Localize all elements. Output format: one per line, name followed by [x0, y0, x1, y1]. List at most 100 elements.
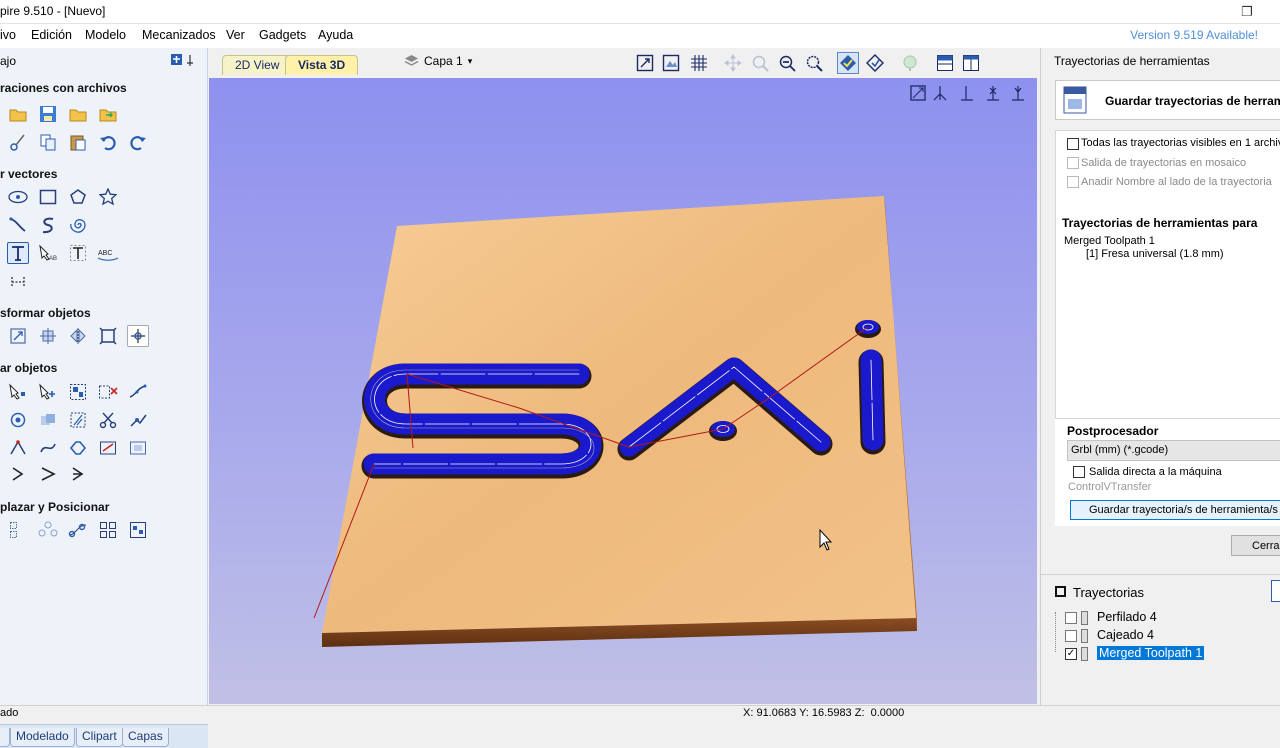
circular-array-icon[interactable] — [37, 519, 59, 541]
section-edit-objects: ar objetos — [0, 361, 58, 375]
menu-edicion[interactable]: Edición — [31, 28, 72, 42]
extend-icon[interactable] — [7, 437, 29, 459]
menu-gadgets[interactable]: Gadgets — [259, 28, 306, 42]
version-available-link[interactable]: Version 9.519 Available! — [1130, 28, 1258, 42]
fillet-icon[interactable] — [127, 409, 149, 431]
menu-modelo[interactable]: Modelo — [85, 28, 126, 42]
tree-guide-line — [1055, 612, 1057, 652]
cut-icon[interactable] — [7, 131, 29, 153]
text-on-curve-icon[interactable]: AB — [37, 242, 59, 264]
grid-array-icon[interactable] — [97, 519, 119, 541]
polygon-tool-icon[interactable] — [67, 186, 89, 208]
toolpath-checkbox-cajeado[interactable] — [1065, 630, 1077, 642]
trim-icon[interactable] — [67, 409, 89, 431]
toolpath-item-merged[interactable]: Merged Toolpath 1 — [1097, 646, 1205, 660]
toolpath-checkbox-merged[interactable]: ✓ — [1065, 648, 1077, 660]
menu-ayuda[interactable]: Ayuda — [318, 28, 353, 42]
curve-tool-icon[interactable] — [37, 214, 59, 236]
close-button[interactable]: Cerrar — [1231, 535, 1280, 556]
panel-pin-icon[interactable] — [170, 53, 200, 67]
chevron-arrow-c-icon[interactable] — [67, 463, 89, 485]
toolpath-item-cajeado[interactable]: Cajeado 4 — [1097, 628, 1154, 642]
node-edit-icon[interactable] — [7, 381, 29, 403]
section-file-operations: raciones con archivos — [0, 81, 127, 95]
menu-bar: ivo Edición Modelo Mecanizados Ver Gadge… — [0, 24, 1280, 48]
new-folder-icon[interactable] — [7, 103, 29, 125]
undo-icon[interactable] — [97, 131, 119, 153]
pan-icon[interactable] — [722, 52, 744, 74]
tab-capas[interactable]: Capas — [122, 728, 169, 747]
toolpath-item-perfilado[interactable]: Perfilado 4 — [1097, 610, 1157, 624]
zoom-in-icon[interactable] — [749, 52, 771, 74]
restore-button[interactable]: ❐ — [1224, 0, 1270, 24]
toolpath-preview-icon[interactable] — [864, 52, 886, 74]
menu-mecanizados[interactable]: Mecanizados — [142, 28, 216, 42]
ungroup-icon[interactable] — [97, 381, 119, 403]
star-tool-icon[interactable] — [97, 186, 119, 208]
tab-clipart[interactable]: Clipart — [76, 728, 123, 747]
menu-archivo[interactable]: ivo — [0, 28, 16, 42]
split-view-vertical-icon[interactable] — [960, 52, 982, 74]
menu-ver[interactable]: Ver — [226, 28, 245, 42]
zoom-extents-icon[interactable] — [634, 52, 656, 74]
option-checkbox-all-visible[interactable] — [1067, 138, 1079, 150]
chevron-arrow-b-icon[interactable] — [37, 463, 59, 485]
close-button-label: Cerrar — [1252, 540, 1280, 552]
weld-icon[interactable] — [37, 409, 59, 431]
set-origin-icon[interactable] — [127, 325, 149, 347]
line-tool-icon[interactable] — [7, 214, 29, 236]
save-toolpaths-button[interactable]: Guardar trayectoria/s de herramienta/s — [1070, 500, 1280, 520]
postprocessor-select[interactable]: Grbl (mm) (*.gcode) — [1067, 440, 1280, 461]
copy-along-path-icon[interactable] — [67, 519, 89, 541]
offset-icon[interactable] — [7, 409, 29, 431]
join-icon[interactable] — [67, 437, 89, 459]
dimension-tool-icon[interactable] — [7, 270, 29, 292]
open-folder-icon[interactable] — [67, 103, 89, 125]
chevron-arrow-a-icon[interactable] — [7, 463, 29, 485]
status-text: ado — [0, 707, 19, 719]
save-icon[interactable] — [37, 103, 59, 125]
rectangle-tool-icon[interactable] — [37, 186, 59, 208]
render-icon[interactable] — [899, 52, 921, 74]
zoom-box-icon[interactable] — [660, 52, 682, 74]
fit-icon[interactable] — [127, 437, 149, 459]
text-block-icon[interactable] — [67, 242, 89, 264]
split-view-horizontal-icon[interactable] — [934, 52, 956, 74]
nesting-icon[interactable] — [127, 519, 149, 541]
tab-drawing-partial[interactable] — [0, 728, 10, 747]
spiral-tool-icon[interactable] — [67, 214, 89, 236]
zoom-selected-icon[interactable] — [803, 52, 825, 74]
show-toolpath-icon[interactable] — [837, 52, 859, 74]
zoom-out-icon[interactable] — [776, 52, 798, 74]
viewport-3d[interactable] — [209, 78, 1037, 704]
text-tool-icon[interactable] — [7, 242, 29, 264]
import-folder-icon[interactable] — [97, 103, 119, 125]
board-icon[interactable] — [97, 437, 119, 459]
add-node-icon[interactable] — [37, 381, 59, 403]
text-arc-icon[interactable]: ABC — [97, 242, 119, 264]
view-orientation-icons[interactable] — [910, 85, 1024, 101]
redo-icon[interactable] — [127, 131, 149, 153]
tab-3d-view[interactable]: Vista 3D — [285, 55, 359, 75]
status-bar: ado X: 91.0683 Y: 16.5983 Z: 0.0000 — [0, 705, 1280, 720]
scale-icon[interactable] — [97, 325, 119, 347]
center-align-icon[interactable] — [37, 325, 59, 347]
bridge-icon[interactable] — [37, 437, 59, 459]
toolpath-checkbox-perfilado[interactable] — [1065, 612, 1077, 624]
paste-icon[interactable] — [67, 131, 89, 153]
move-up-icon[interactable] — [1271, 580, 1280, 602]
copy-icon[interactable] — [37, 131, 59, 153]
tab-modelado[interactable]: Modelado — [10, 728, 75, 747]
layer-selector[interactable]: Capa 1 ▾ — [404, 54, 472, 68]
scissors-icon[interactable] — [97, 409, 119, 431]
direct-output-checkbox[interactable] — [1073, 466, 1085, 478]
smooth-curve-icon[interactable] — [127, 381, 149, 403]
collapse-panel-icon[interactable] — [1055, 586, 1066, 597]
tab-2d-view[interactable]: 2D View — [222, 55, 293, 75]
move-transform-icon[interactable] — [7, 325, 29, 347]
grid-icon[interactable] — [688, 52, 710, 74]
group-icon[interactable] — [67, 381, 89, 403]
array-copy-icon[interactable] — [7, 519, 29, 541]
mirror-icon[interactable] — [67, 325, 89, 347]
ellipse-tool-icon[interactable] — [7, 186, 29, 208]
